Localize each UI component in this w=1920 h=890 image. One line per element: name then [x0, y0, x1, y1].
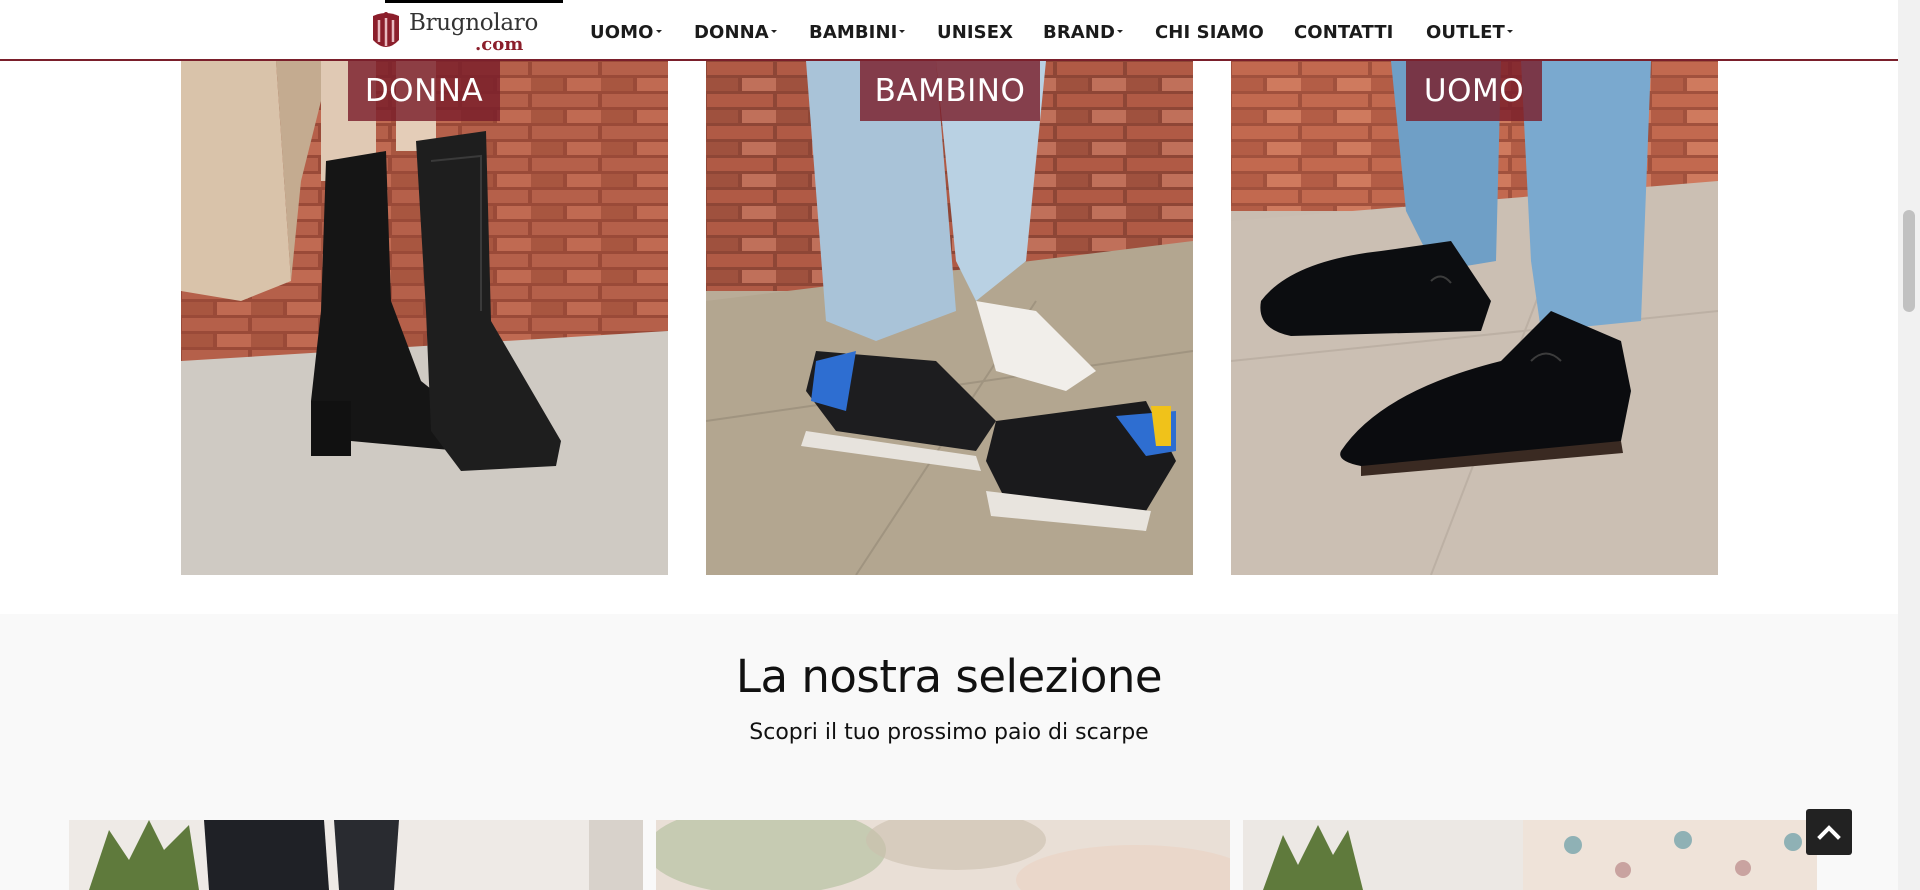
site-header: Brugnolaro .com UOMO DONNA BAMBINI UNISE…	[0, 0, 1898, 61]
nav-item-label: BRAND	[1043, 22, 1116, 43]
nav-item-label: CONTATTI	[1294, 22, 1394, 43]
logo-suffix: .com	[475, 34, 524, 55]
nav-item-label: CHI SIAMO	[1155, 22, 1264, 43]
category-card-donna[interactable]: DONNA	[181, 61, 668, 575]
caret-down-icon	[770, 29, 777, 33]
nav-item-outlet[interactable]: OUTLET	[1426, 22, 1513, 43]
caret-down-icon	[1506, 29, 1513, 33]
back-to-top-button[interactable]	[1806, 809, 1852, 855]
product-photo	[656, 820, 1230, 890]
nav-item-uomo[interactable]: UOMO	[590, 22, 662, 43]
nav-item-label: OUTLET	[1426, 22, 1505, 43]
nav-item-contatti[interactable]: CONTATTI	[1294, 22, 1393, 43]
caret-down-icon	[899, 29, 906, 33]
page-scrollbar[interactable]	[1898, 0, 1920, 890]
man-derby-shoes-photo	[1231, 61, 1718, 575]
scrollbar-thumb[interactable]	[1903, 210, 1915, 312]
category-label: UOMO	[1406, 61, 1542, 121]
woman-cowboy-boots-photo	[181, 61, 668, 575]
product-photo	[1243, 820, 1817, 890]
nav-item-bambini[interactable]: BAMBINI	[809, 22, 906, 43]
nav-item-label: UNISEX	[937, 22, 1014, 43]
brand-crest-icon	[373, 12, 399, 47]
logo-top-bar	[385, 0, 563, 3]
category-card-bambino[interactable]: BAMBINO	[706, 61, 1193, 575]
nav-item-chi-siamo[interactable]: CHI SIAMO	[1155, 22, 1264, 43]
nav-item-label: BAMBINI	[809, 22, 898, 43]
site-logo[interactable]: Brugnolaro .com	[371, 4, 563, 56]
caret-down-icon	[1117, 29, 1124, 33]
product-card[interactable]	[656, 820, 1230, 890]
nav-item-label: UOMO	[590, 22, 654, 43]
caret-down-icon	[655, 29, 662, 33]
product-card[interactable]	[69, 820, 643, 890]
nav-item-unisex[interactable]: UNISEX	[937, 22, 1013, 43]
child-sneakers-photo	[706, 61, 1193, 575]
page: Brugnolaro .com UOMO DONNA BAMBINI UNISE…	[0, 0, 1920, 890]
logo-name: Brugnolaro	[409, 10, 539, 36]
section-subtitle: Scopri il tuo prossimo paio di scarpe	[749, 720, 1149, 745]
category-label: BAMBINO	[860, 61, 1040, 121]
nav-item-donna[interactable]: DONNA	[694, 22, 777, 43]
category-card-uomo[interactable]: UOMO	[1231, 61, 1718, 575]
section-title: La nostra selezione	[735, 650, 1163, 703]
category-label: DONNA	[348, 61, 500, 121]
nav-item-label: DONNA	[694, 22, 769, 43]
chevron-up-icon	[1817, 825, 1841, 840]
nav-item-brand[interactable]: BRAND	[1043, 22, 1124, 43]
product-photo	[69, 820, 643, 890]
product-card[interactable]	[1243, 820, 1817, 890]
